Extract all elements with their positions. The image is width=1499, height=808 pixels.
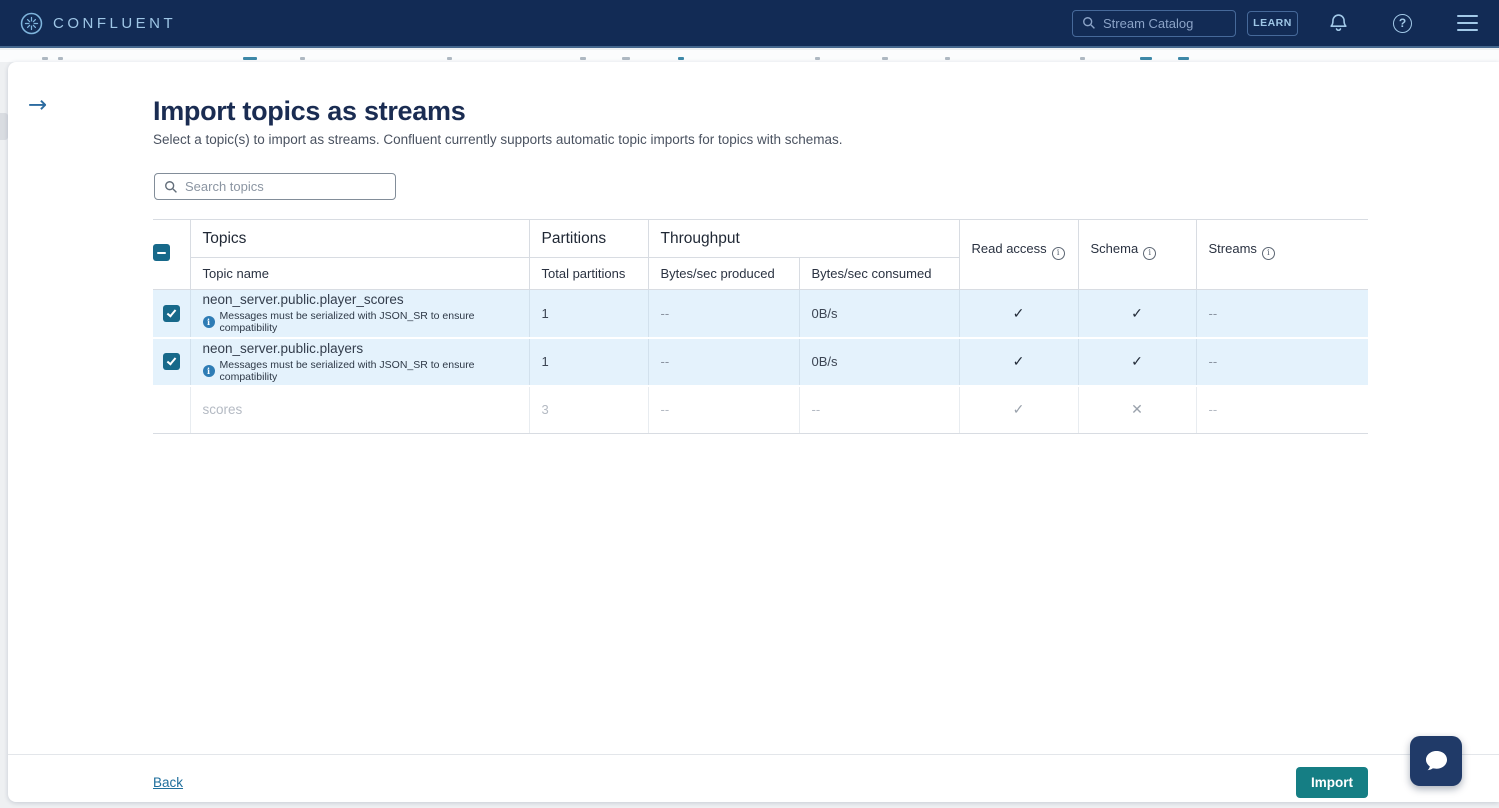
cell-bytes-consumed: 0B/s xyxy=(799,338,959,386)
column-header-topic-name: Topic name xyxy=(190,258,529,290)
confluent-logo[interactable]: CONFLUENT xyxy=(20,12,176,35)
cell-read-access: ✓ xyxy=(959,290,1078,338)
page-title: Import topics as streams xyxy=(153,96,465,127)
cell-read-access: ✓ xyxy=(959,386,1078,434)
select-all-cell xyxy=(153,220,190,290)
cell-checkbox xyxy=(153,386,190,434)
topic-name: scores xyxy=(203,402,529,417)
column-header-bytes-produced: Bytes/sec produced xyxy=(648,258,799,290)
cell-checkbox xyxy=(153,338,190,386)
breadcrumb-clipped xyxy=(0,50,1499,62)
hamburger-icon xyxy=(1457,15,1478,31)
group-header-partitions: Partitions xyxy=(529,220,648,258)
search-icon xyxy=(164,180,178,194)
collapsed-side-tab xyxy=(0,113,8,140)
row-checkbox[interactable] xyxy=(163,305,180,322)
cell-bytes-produced: -- xyxy=(648,338,799,386)
cell-topic: neon_server.public.players i Messages mu… xyxy=(190,338,529,386)
navbar-actions: LEARN ? xyxy=(1072,10,1499,37)
cell-partitions: 1 xyxy=(529,338,648,386)
stream-catalog-input[interactable] xyxy=(1103,16,1226,31)
confluent-app-window: CONFLUENT LEARN ? xyxy=(0,0,1499,808)
topic-note: i Messages must be serialized with JSON_… xyxy=(203,359,529,383)
chat-widget-button[interactable] xyxy=(1410,736,1462,786)
cell-topic: scores xyxy=(190,386,529,434)
cell-streams: -- xyxy=(1196,386,1368,434)
cell-streams: -- xyxy=(1196,290,1368,338)
cell-checkbox xyxy=(153,290,190,338)
cell-partitions: 3 xyxy=(529,386,648,434)
cell-schema: ✓ xyxy=(1078,338,1196,386)
cell-partitions: 1 xyxy=(529,290,648,338)
info-icon: i xyxy=(203,316,215,328)
info-icon: i xyxy=(203,365,215,377)
info-icon[interactable]: i xyxy=(1143,247,1156,260)
info-icon[interactable]: i xyxy=(1262,247,1275,260)
notifications-button[interactable] xyxy=(1329,12,1348,34)
cell-bytes-consumed: -- xyxy=(799,386,959,434)
import-button[interactable]: Import xyxy=(1296,767,1368,798)
topic-search-box[interactable] xyxy=(154,173,396,200)
top-navbar: CONFLUENT LEARN ? xyxy=(0,0,1499,48)
search-icon xyxy=(1082,16,1096,30)
collapse-panel-button[interactable]: → xyxy=(28,94,47,117)
group-header-throughput: Throughput xyxy=(648,220,959,258)
help-icon: ? xyxy=(1393,14,1412,33)
cell-streams: -- xyxy=(1196,338,1368,386)
page-subtitle: Select a topic(s) to import as streams. … xyxy=(153,132,843,147)
stream-catalog-search[interactable] xyxy=(1072,10,1236,37)
info-icon[interactable]: i xyxy=(1052,247,1065,260)
column-header-read-access: Read accessi xyxy=(959,220,1078,290)
import-topics-panel: → Import topics as streams Select a topi… xyxy=(8,62,1499,802)
group-header-topics: Topics xyxy=(190,220,529,258)
row-checkbox[interactable] xyxy=(163,353,180,370)
topic-name: neon_server.public.players xyxy=(203,341,529,356)
table-row: neon_server.public.player_scores i Messa… xyxy=(153,290,1368,338)
column-header-streams: Streamsi xyxy=(1196,220,1368,290)
cell-bytes-produced: -- xyxy=(648,290,799,338)
topic-note: i Messages must be serialized with JSON_… xyxy=(203,310,529,334)
column-header-bytes-consumed: Bytes/sec consumed xyxy=(799,258,959,290)
cell-topic: neon_server.public.player_scores i Messa… xyxy=(190,290,529,338)
right-arrow-icon: → xyxy=(28,92,47,118)
learn-button[interactable]: LEARN xyxy=(1247,11,1298,36)
bell-icon xyxy=(1329,12,1348,34)
cell-schema: ✓ xyxy=(1078,290,1196,338)
cell-bytes-produced: -- xyxy=(648,386,799,434)
menu-button[interactable] xyxy=(1457,15,1478,31)
panel-footer: Back Import xyxy=(8,754,1499,802)
cell-bytes-consumed: 0B/s xyxy=(799,290,959,338)
brand-name: CONFLUENT xyxy=(53,15,176,32)
help-button[interactable]: ? xyxy=(1393,14,1412,33)
table-row: neon_server.public.players i Messages mu… xyxy=(153,338,1368,386)
chat-bubble-icon xyxy=(1423,749,1449,773)
column-header-total-partitions: Total partitions xyxy=(529,258,648,290)
topic-search-input[interactable] xyxy=(185,179,386,194)
confluent-spark-icon xyxy=(20,12,43,35)
column-header-schema: Schemai xyxy=(1078,220,1196,290)
select-all-checkbox[interactable] xyxy=(153,244,170,261)
topic-name: neon_server.public.player_scores xyxy=(203,292,529,307)
table-row-disabled: scores 3 -- -- ✓ ✕ -- xyxy=(153,386,1368,434)
cell-schema: ✕ xyxy=(1078,386,1196,434)
topics-table: Topics Partitions Throughput Read access… xyxy=(153,219,1368,434)
cell-read-access: ✓ xyxy=(959,338,1078,386)
back-link[interactable]: Back xyxy=(153,775,183,790)
